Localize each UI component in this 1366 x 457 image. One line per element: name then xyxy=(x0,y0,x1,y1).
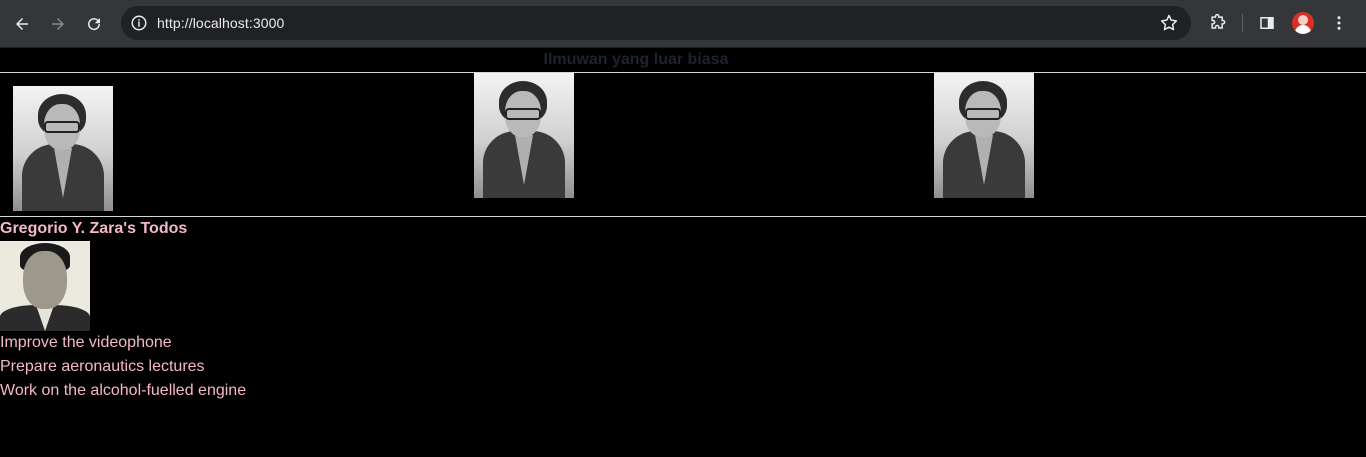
url-text[interactable]: http://localhost:3000 xyxy=(157,15,284,31)
arrow-right-icon xyxy=(52,17,64,30)
list-item: Work on the alcohol-fuelled engine xyxy=(0,382,247,399)
extensions-button[interactable] xyxy=(1200,6,1236,40)
reload-icon xyxy=(88,17,101,30)
site-info-button[interactable] xyxy=(129,13,149,33)
browser-menu-button[interactable] xyxy=(1321,6,1357,40)
zara-avatar-photo xyxy=(0,241,90,331)
todo-list: Improve the videophone Prepare aeronauti… xyxy=(0,331,1366,403)
reload-button[interactable] xyxy=(76,6,112,42)
star-icon xyxy=(1160,14,1178,31)
page-content: Ilmuwan yang luar biasa Gregorio Y. Zara… xyxy=(0,48,1366,403)
gallery-image-2 xyxy=(474,73,574,198)
toolbar-separator xyxy=(1242,14,1243,32)
info-icon xyxy=(131,15,147,31)
gallery-image-1 xyxy=(13,86,113,211)
forward-button[interactable] xyxy=(40,6,76,42)
browser-toolbar: http://localhost:3000 xyxy=(0,0,1366,48)
list-item: Prepare aeronautics lectures xyxy=(0,358,205,375)
portrait-photo xyxy=(934,73,1034,198)
toolbar-actions xyxy=(1200,6,1357,40)
list-item: Improve the videophone xyxy=(0,334,172,351)
puzzle-icon xyxy=(1211,13,1226,29)
arrow-left-icon xyxy=(16,17,28,30)
side-panel-button[interactable] xyxy=(1249,6,1285,40)
avatar xyxy=(1292,12,1314,34)
profile-button[interactable] xyxy=(1285,6,1321,40)
address-bar[interactable]: http://localhost:3000 xyxy=(121,6,1191,40)
portrait-photo xyxy=(474,73,574,198)
bookmark-button[interactable] xyxy=(1159,13,1179,38)
kebab-menu-icon xyxy=(1337,16,1341,30)
page-title: Ilmuwan yang luar biasa xyxy=(543,51,729,68)
gallery-image-3 xyxy=(934,73,1034,198)
todos-title: Gregorio Y. Zara's Todos xyxy=(0,220,188,237)
side-panel-icon xyxy=(1260,17,1274,29)
portrait-photo xyxy=(13,86,113,211)
back-button[interactable] xyxy=(4,6,40,42)
scientist-gallery xyxy=(0,73,1366,216)
